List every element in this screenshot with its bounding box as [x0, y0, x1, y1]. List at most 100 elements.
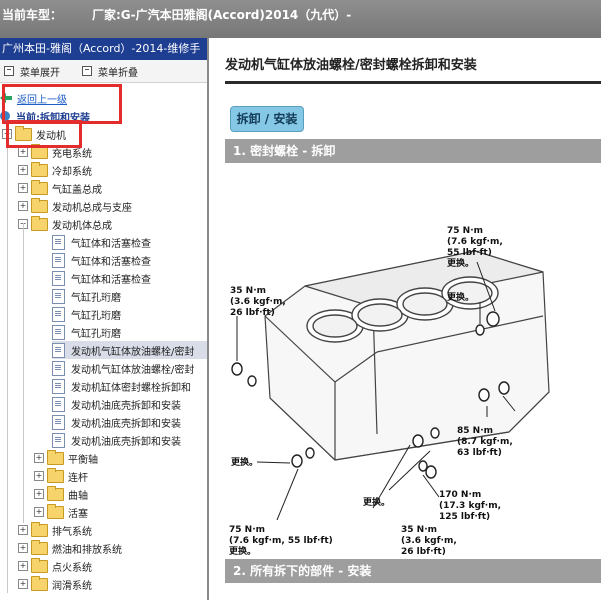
menu-collapse-button[interactable]: 菜单折叠 — [82, 64, 138, 79]
folder-icon — [47, 485, 64, 501]
top-bar: 当前车型： 厂家:G-广汽本田雅阁(Accord)2014（九代）- — [0, 0, 601, 38]
folder-icon — [31, 215, 48, 231]
tree-item[interactable]: + 平衡轴 — [34, 449, 98, 467]
label-h-line2: (7.6 kgf·m, 55 lbf·ft) — [229, 536, 333, 546]
car-model-value: 厂家:G-广汽本田雅阁(Accord)2014（九代）- — [92, 8, 352, 22]
document-icon — [52, 252, 65, 268]
label-a-line2: (7.6 kgf·m, — [447, 237, 503, 247]
expand-toggle-icon[interactable]: + — [18, 201, 28, 211]
tree-item-engine-block[interactable]: −发动机体总成 — [18, 215, 112, 233]
label-g-line2: (17.3 kgf·m, — [439, 501, 501, 511]
menu-toolbar: 菜单展开 菜单折叠 — [0, 60, 207, 83]
doc-item[interactable]: 气缸孔珩磨 — [52, 287, 121, 305]
tree-item[interactable]: + 燃油和排放系统 — [18, 539, 122, 557]
document-icon — [52, 306, 65, 322]
label-h-line3: 更换。 — [229, 545, 256, 557]
tree-item[interactable]: + 曲轴 — [34, 485, 88, 503]
page-title: 发动机气缸体放油螺栓/密封螺栓拆卸和安装 — [225, 58, 477, 73]
label-g-line3: 125 lbf·ft) — [439, 512, 490, 522]
label-d-line1: 85 N·m — [457, 426, 493, 436]
expand-toggle-icon[interactable]: + — [34, 471, 44, 481]
label-a-line4: 更换。 — [447, 257, 474, 269]
tree-item[interactable]: + 连杆 — [34, 467, 88, 485]
car-model-label: 当前车型： — [2, 8, 63, 22]
folder-icon — [31, 539, 48, 555]
expand-icon — [4, 66, 14, 76]
engine-block — [264, 250, 550, 461]
expand-toggle-icon[interactable]: + — [18, 561, 28, 571]
label-b-line2: (3.6 kgf·m, — [230, 297, 286, 307]
doc-item[interactable]: 发动机油底壳拆卸和安装 — [52, 395, 181, 413]
doc-item[interactable]: 气缸体和活塞检查 — [52, 251, 151, 269]
label-i-line3: 26 lbf·ft) — [401, 547, 446, 557]
doc-item[interactable]: 气缸体和活塞检查 — [52, 233, 151, 251]
document-icon — [52, 378, 65, 394]
tree-item[interactable]: + 气缸盖总成 — [18, 179, 102, 197]
collapse-icon — [82, 66, 92, 76]
expand-toggle-icon[interactable]: + — [34, 453, 44, 463]
menu-expand-button[interactable]: 菜单展开 — [4, 64, 60, 79]
left-panel: 广州本田-雅阁（Accord）-2014-维修手 菜单展开 菜单折叠 返回上一级… — [0, 38, 209, 600]
label-i-line2: (3.6 kgf·m, — [401, 536, 457, 546]
document-icon — [52, 342, 65, 358]
section-header-1: 1. 密封螺栓 - 拆卸 — [225, 139, 601, 163]
document-icon — [52, 432, 65, 448]
label-i-line1: 35 N·m — [401, 525, 437, 535]
doc-item[interactable]: 发动机气缸体放油螺栓/密封 — [52, 359, 194, 377]
doc-item[interactable]: 气缸孔珩磨 — [52, 305, 121, 323]
folder-icon — [31, 575, 48, 591]
tree-item[interactable]: + 润滑系统 — [18, 575, 92, 593]
doc-item[interactable]: 发动机油底壳拆卸和安装 — [52, 413, 181, 431]
doc-item[interactable]: 气缸孔珩磨 — [52, 323, 121, 341]
document-icon — [52, 234, 65, 250]
label-c: 更换。 — [447, 291, 474, 303]
tree-guide-line — [23, 223, 24, 523]
doc-item[interactable]: 发动机油底壳拆卸和安装 — [52, 431, 181, 449]
left-panel-title: 广州本田-雅阁（Accord）-2014-维修手 — [0, 38, 207, 60]
remove-install-button[interactable]: 拆卸 / 安装 — [230, 106, 304, 132]
highlight-box — [6, 120, 82, 148]
label-b-line3: 26 lbf·ft) — [230, 308, 275, 318]
document-icon — [52, 270, 65, 286]
folder-icon — [47, 449, 64, 465]
expand-toggle-icon[interactable]: + — [34, 507, 44, 517]
engine-block-diagram: 75 N·m (7.6 kgf·m, 55 lbf·ft) 更换。 35 N·m… — [229, 226, 550, 557]
folder-icon — [47, 467, 64, 483]
label-a-line1: 75 N·m — [447, 226, 483, 236]
label-d-line3: 63 lbf·ft) — [457, 448, 502, 458]
tree-item[interactable]: + 发动机总成与支座 — [18, 197, 132, 215]
label-f: 更换。 — [363, 496, 390, 508]
expand-toggle-icon[interactable]: + — [18, 183, 28, 193]
expand-toggle-icon[interactable]: + — [18, 543, 28, 553]
folder-icon — [31, 161, 48, 177]
document-icon — [52, 288, 65, 304]
highlight-box — [2, 84, 122, 124]
folder-icon — [31, 197, 48, 213]
folder-icon — [47, 503, 64, 519]
doc-item[interactable]: 发动机缸体密封螺栓拆卸和 — [52, 377, 191, 395]
tree-guide-line — [7, 133, 8, 593]
tree-item[interactable]: + 冷却系统 — [18, 161, 92, 179]
expand-toggle-icon[interactable]: + — [34, 489, 44, 499]
section-header-2: 2. 所有拆下的部件 - 安装 — [225, 559, 601, 583]
tree-item[interactable]: + 活塞 — [34, 503, 88, 521]
content-panel: 发动机气缸体放油螺栓/密封螺栓拆卸和安装 拆卸 / 安装 1. 密封螺栓 - 拆… — [209, 38, 601, 600]
tree-item[interactable]: + 点火系统 — [18, 557, 92, 575]
expand-toggle-icon[interactable]: + — [18, 525, 28, 535]
folder-icon — [31, 521, 48, 537]
expand-toggle-icon[interactable]: + — [18, 579, 28, 589]
expand-toggle-icon[interactable]: + — [18, 147, 28, 157]
label-h-line1: 75 N·m — [229, 525, 265, 535]
folder-icon — [31, 557, 48, 573]
document-icon — [52, 396, 65, 412]
expand-toggle-icon[interactable]: + — [18, 165, 28, 175]
label-e: 更换。 — [231, 456, 258, 468]
doc-item[interactable]: 气缸体和活塞检查 — [52, 269, 151, 287]
label-b-line1: 35 N·m — [230, 286, 266, 296]
label-g-line1: 170 N·m — [439, 490, 481, 500]
label-d-line2: (8.7 kgf·m, — [457, 437, 513, 447]
document-icon — [52, 360, 65, 376]
label-a-line3: 55 lbf·ft) — [447, 248, 492, 258]
tree-item[interactable]: + 排气系统 — [18, 521, 92, 539]
doc-item-selected[interactable]: 发动机气缸体放油螺栓/密封 — [52, 341, 207, 359]
